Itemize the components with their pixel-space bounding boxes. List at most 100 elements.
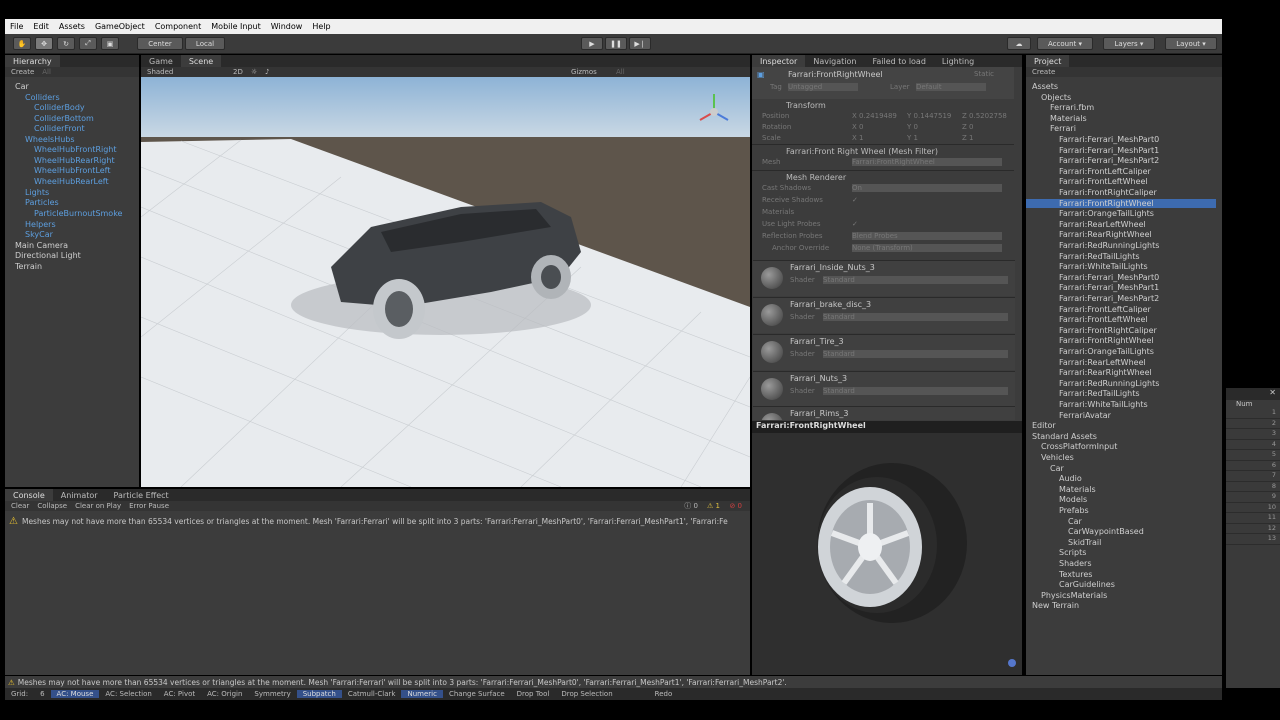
ac-pivot-button[interactable]: AC: Pivot (158, 690, 201, 698)
hier-lights[interactable]: Lights (25, 188, 49, 197)
hier-main-camera[interactable]: Main Camera (15, 241, 68, 250)
mode-2d-button[interactable]: 2D (233, 68, 243, 76)
hier-collider-front[interactable]: ColliderFront (34, 124, 85, 133)
tab-game[interactable]: Game (141, 55, 181, 67)
project-item[interactable]: CrossPlatformInput (1041, 442, 1117, 451)
hier-wheelhub-rl[interactable]: WheelHubRearLeft (34, 177, 109, 186)
hier-wheelhub-fl[interactable]: WheelHubFrontLeft (34, 166, 111, 175)
menu-edit[interactable]: Edit (28, 22, 54, 31)
project-item[interactable]: Farrari:RedTailLights (1059, 252, 1140, 261)
catmull-clark-button[interactable]: Catmull-Clark (342, 690, 402, 698)
numeric-button[interactable]: Numeric (401, 690, 443, 698)
grid-value[interactable]: 6 (34, 690, 50, 698)
rotate-tool-icon[interactable]: ↻ (57, 37, 75, 50)
project-item[interactable]: Farrari:RearLeftWheel (1059, 358, 1146, 367)
material-row[interactable]: Farrari_Nuts_3 Shader Standard (753, 371, 1015, 407)
project-item[interactable]: Objects (1041, 93, 1071, 102)
account-dropdown[interactable]: Account ▾ (1037, 37, 1093, 50)
project-item[interactable]: Assets (1032, 82, 1058, 91)
project-item[interactable]: Farrari:FrontRightWheel (1059, 336, 1154, 345)
menu-component[interactable]: Component (150, 22, 206, 31)
static-toggle[interactable]: Static (974, 70, 994, 78)
shader-dropdown[interactable]: Standard (823, 350, 1008, 358)
scale-y-field[interactable]: Y 1 (907, 134, 918, 142)
material-row[interactable]: Farrari_Tire_3 Shader Standard (753, 334, 1015, 370)
subpatch-button[interactable]: Subpatch (296, 690, 342, 698)
ac-selection-button[interactable]: AC: Selection (99, 690, 157, 698)
lighting-toggle-icon[interactable]: ☼ (251, 68, 257, 76)
tab-inspector[interactable]: Inspector (752, 55, 806, 67)
menu-gameobject[interactable]: GameObject (90, 22, 150, 31)
project-item[interactable]: Ferrari (1050, 124, 1076, 133)
menu-file[interactable]: File (5, 22, 28, 31)
project-item[interactable]: PhysicsMaterials (1041, 591, 1107, 600)
receive-shadows-checkbox[interactable]: ✓ (852, 196, 858, 204)
mesh-filter-header[interactable]: Farrari:Front Right Wheel (Mesh Filter) (786, 147, 938, 156)
project-item[interactable]: Farrari:FrontLeftWheel (1059, 315, 1148, 324)
hier-helpers[interactable]: Helpers (25, 220, 56, 229)
tab-project[interactable]: Project (1026, 55, 1070, 67)
mesh-renderer-header[interactable]: Mesh Renderer (786, 173, 846, 182)
rotation-z-field[interactable]: Z 0 (962, 123, 974, 131)
project-item[interactable]: Farrari:FrontRightWheel (1026, 198, 1216, 208)
play-icon[interactable]: ▶ (581, 37, 603, 50)
console-log-entry[interactable]: ⚠ Meshes may not have more than 65534 ve… (9, 514, 746, 528)
shader-dropdown[interactable]: Standard (823, 313, 1008, 321)
hier-collider-bottom[interactable]: ColliderBottom (34, 114, 94, 123)
project-item[interactable]: Farrari:OrangeTailLights (1059, 209, 1154, 218)
pause-icon[interactable]: ❚❚ (605, 37, 627, 50)
hier-directional-light[interactable]: Directional Light (15, 251, 81, 260)
project-item[interactable]: New Terrain (1032, 601, 1079, 610)
project-item[interactable]: Farrari:Ferrari_MeshPart2 (1059, 156, 1159, 165)
project-item[interactable]: Vehicles (1041, 453, 1074, 462)
tab-failed-to-load[interactable]: Failed to load (864, 55, 933, 67)
wheel-preview[interactable] (752, 433, 1022, 673)
redo-button[interactable]: Redo (649, 690, 679, 698)
position-z-field[interactable]: Z 0.5202758 (962, 112, 1007, 120)
project-item[interactable]: Farrari:OrangeTailLights (1059, 347, 1154, 356)
project-item[interactable]: Farrari:Ferrari_MeshPart0 (1059, 273, 1159, 282)
hand-tool-icon[interactable]: ✋ (13, 37, 31, 50)
pivot-center-button[interactable]: Center (137, 37, 183, 50)
anchor-override-field[interactable]: None (Transform) (852, 244, 1002, 252)
console-collapse-button[interactable]: Collapse (37, 502, 67, 510)
drop-tool-button[interactable]: Drop Tool (511, 690, 556, 698)
close-icon[interactable]: ✕ (1226, 388, 1280, 400)
project-item[interactable]: Farrari:FrontLeftCaliper (1059, 167, 1151, 176)
error-count-icon[interactable]: ⊘ 0 (729, 502, 742, 510)
light-probes-checkbox[interactable]: ✓ (852, 220, 858, 228)
warning-count-icon[interactable]: ⚠ 1 (707, 502, 720, 510)
project-item[interactable]: Farrari:RedRunningLights (1059, 241, 1159, 250)
project-item[interactable]: Textures (1059, 570, 1092, 579)
project-item[interactable]: Farrari:FrontRightCaliper (1059, 188, 1157, 197)
tab-animator[interactable]: Animator (53, 489, 106, 501)
transform-header[interactable]: Transform (786, 101, 826, 110)
project-item[interactable]: Audio (1059, 474, 1082, 483)
position-x-field[interactable]: X 0.2419489 (852, 112, 897, 120)
materials-label[interactable]: Materials (762, 208, 794, 216)
hier-wheelhub-rr[interactable]: WheelHubRearRight (34, 156, 115, 165)
gizmos-dropdown[interactable]: Gizmos (571, 68, 597, 76)
project-item[interactable]: Farrari:WhiteTailLights (1059, 400, 1148, 409)
project-item[interactable]: Farrari:FrontLeftCaliper (1059, 305, 1151, 314)
project-item[interactable]: Materials (1059, 485, 1096, 494)
project-item[interactable]: Farrari:Ferrari_MeshPart2 (1059, 294, 1159, 303)
project-item[interactable]: Farrari:FrontRightCaliper (1059, 326, 1157, 335)
ac-origin-button[interactable]: AC: Origin (201, 690, 248, 698)
layers-dropdown[interactable]: Layers ▾ (1103, 37, 1155, 50)
project-item[interactable]: Models (1059, 495, 1087, 504)
project-item[interactable]: Farrari:RedTailLights (1059, 389, 1140, 398)
project-item[interactable]: Ferrari.fbm (1050, 103, 1094, 112)
cloud-icon[interactable]: ☁ (1007, 37, 1031, 50)
project-item[interactable]: Car (1068, 517, 1082, 526)
project-item[interactable]: Farrari:RearLeftWheel (1059, 220, 1146, 229)
scene-viewport[interactable] (141, 77, 750, 487)
project-item[interactable]: SkidTrail (1068, 538, 1101, 547)
project-item[interactable]: Scripts (1059, 548, 1086, 557)
menu-window[interactable]: Window (266, 22, 308, 31)
project-item[interactable]: Farrari:RearRightWheel (1059, 230, 1152, 239)
hier-car[interactable]: Car (15, 82, 29, 91)
rotation-x-field[interactable]: X 0 (852, 123, 864, 131)
change-surface-button[interactable]: Change Surface (443, 690, 511, 698)
layer-dropdown[interactable]: Default (916, 83, 986, 91)
